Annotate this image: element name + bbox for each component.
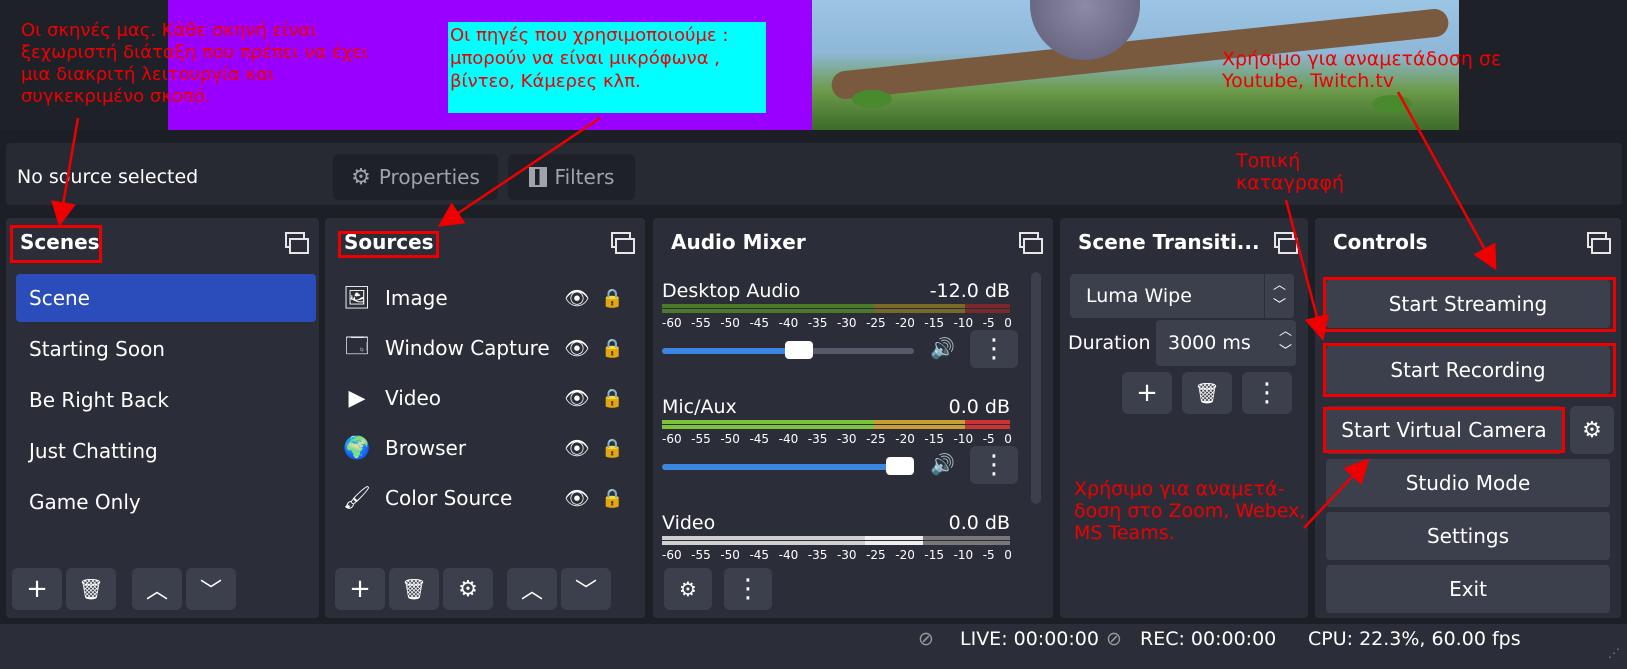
annotation-arrows (51, 91, 1497, 529)
arrow (1396, 91, 1497, 271)
arrow (51, 117, 80, 227)
arrow (437, 116, 601, 227)
arrow (1303, 458, 1370, 529)
arrow (1284, 199, 1329, 341)
